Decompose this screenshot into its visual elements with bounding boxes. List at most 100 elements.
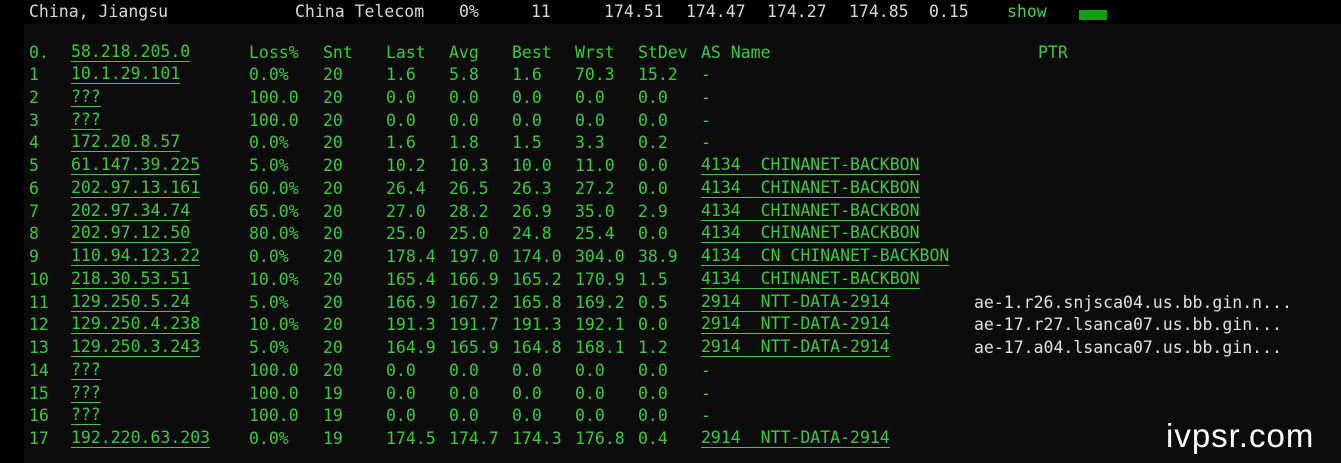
header-wrst: Wrst bbox=[575, 43, 615, 62]
hop-host[interactable]: 61.147.39.225 bbox=[71, 155, 201, 175]
hop-avg: 174.7 bbox=[449, 429, 499, 448]
summary-snt: 11 bbox=[531, 2, 551, 21]
hop-last: 166.9 bbox=[386, 292, 436, 312]
table-row: 9 110.94.123.22 0.0% 20 178.4 197.0 174.0 304.0… bbox=[24, 246, 1341, 268]
hop-snt: 19 bbox=[323, 406, 343, 426]
hop-host[interactable]: ??? bbox=[71, 360, 101, 380]
hop-loss: 100.0 bbox=[249, 383, 299, 403]
hop-wrst: 27.2 bbox=[575, 178, 615, 198]
hop-host[interactable]: 172.20.8.57 bbox=[71, 132, 181, 153]
hop-snt: 20 bbox=[323, 156, 343, 175]
hop-stdev: 0.0 bbox=[638, 156, 668, 175]
hop-host[interactable]: 129.250.4.238 bbox=[71, 314, 201, 335]
hop-index: 10 bbox=[29, 269, 49, 289]
hop-last: 1.6 bbox=[386, 65, 416, 84]
hop-avg: 0.0 bbox=[449, 383, 479, 403]
hop-stdev: 1.2 bbox=[638, 338, 668, 357]
show-link[interactable]: show bbox=[1007, 3, 1047, 21]
hop-last: 0.0 bbox=[386, 110, 416, 130]
hop-wrst: 0.0 bbox=[575, 110, 605, 130]
hop-host[interactable]: 110.94.123.22 bbox=[71, 246, 201, 266]
hop-host[interactable]: 129.250.5.24 bbox=[71, 292, 191, 312]
hop-as-name[interactable]: 4134 CHINANET-BACKBON bbox=[701, 223, 920, 244]
hop-best: 0.0 bbox=[512, 360, 542, 380]
hop-index: 6 bbox=[29, 178, 39, 198]
hop-as-name[interactable]: 4134 CHINANET-BACKBON bbox=[701, 178, 920, 198]
hop-wrst: 70.3 bbox=[575, 65, 615, 84]
hop-as-name[interactable]: 2914 NTT-DATA-2914 bbox=[701, 292, 890, 312]
hop-as-name[interactable]: 4134 CHINANET-BACKBON bbox=[701, 201, 920, 221]
hop-best: 174.0 bbox=[512, 247, 562, 266]
hop-host[interactable]: ??? bbox=[71, 87, 101, 107]
hop-loss: 5.0% bbox=[249, 156, 289, 175]
hop-best: 191.3 bbox=[512, 315, 562, 335]
hop-host[interactable]: ??? bbox=[71, 405, 101, 426]
header-last: Last bbox=[386, 43, 426, 62]
hop-as-name[interactable]: 2914 NTT-DATA-2914 bbox=[701, 337, 890, 357]
hop-host[interactable]: 202.97.12.50 bbox=[71, 223, 191, 244]
header-index: 0. bbox=[29, 43, 49, 62]
hop-host[interactable]: 218.30.53.51 bbox=[71, 269, 191, 289]
hop-best: 10.0 bbox=[512, 156, 552, 175]
hop-as-name: - bbox=[701, 383, 711, 403]
hop-index: 2 bbox=[29, 87, 39, 107]
hop-as-name[interactable]: 2914 NTT-DATA-2914 bbox=[701, 314, 890, 335]
hop-wrst: 169.2 bbox=[575, 292, 625, 312]
hop-host[interactable]: 10.1.29.101 bbox=[71, 64, 181, 84]
table-row: 8 202.97.12.50 80.0% 20 25.0 25.0 24.8 25.4 0.0 4… bbox=[24, 223, 1341, 245]
hop-as-name: - bbox=[701, 87, 711, 107]
hop-host[interactable]: 129.250.3.243 bbox=[71, 337, 201, 357]
hop-stdev: 0.2 bbox=[638, 133, 668, 153]
table-row: 10 218.30.53.51 10.0% 20 165.4 166.9 165.2 170.… bbox=[24, 269, 1341, 291]
hop-snt: 20 bbox=[323, 315, 343, 335]
hop-index: 12 bbox=[29, 315, 49, 335]
hop-host[interactable]: 192.220.63.203 bbox=[71, 428, 211, 448]
hop-as-name[interactable]: 4134 CN CHINANET-BACKBON bbox=[701, 246, 950, 266]
table-row: 13 129.250.3.243 5.0% 20 164.9 165.9 164.8 168.… bbox=[24, 337, 1341, 359]
hop-loss: 100.0 bbox=[249, 360, 299, 380]
hop-index: 5 bbox=[29, 156, 39, 175]
hop-snt: 20 bbox=[323, 247, 343, 266]
hop-stdev: 0.4 bbox=[638, 429, 668, 448]
hop-loss: 0.0% bbox=[249, 65, 289, 84]
hop-ptr: ae-17.a04.lsanca07.us.bb.gin... bbox=[974, 338, 1282, 357]
hop-loss: 5.0% bbox=[249, 292, 289, 312]
hop-as-name[interactable]: 4134 CHINANET-BACKBON bbox=[701, 155, 920, 175]
hop-index: 4 bbox=[29, 133, 39, 153]
header-host[interactable]: 58.218.205.0 bbox=[71, 42, 191, 62]
hop-index: 1 bbox=[29, 65, 39, 84]
hop-wrst: 0.0 bbox=[575, 383, 605, 403]
hop-snt: 20 bbox=[323, 269, 343, 289]
hop-loss: 0.0% bbox=[249, 133, 289, 153]
hop-host[interactable]: 202.97.13.161 bbox=[71, 178, 201, 198]
hop-best: 174.3 bbox=[512, 429, 562, 448]
hop-loss: 0.0% bbox=[249, 247, 289, 266]
summary-last: 174.51 bbox=[604, 2, 664, 21]
hop-host[interactable]: ??? bbox=[71, 110, 101, 130]
hop-best: 0.0 bbox=[512, 383, 542, 403]
hop-wrst: 0.0 bbox=[575, 406, 605, 426]
hop-host[interactable]: 202.97.34.74 bbox=[71, 201, 191, 221]
hop-avg: 166.9 bbox=[449, 269, 499, 289]
hop-best: 165.2 bbox=[512, 269, 562, 289]
hop-ptr: ae-1.r26.snjsca04.us.bb.gin.n... bbox=[974, 292, 1292, 312]
hop-host[interactable]: ??? bbox=[71, 383, 101, 403]
hop-avg: 0.0 bbox=[449, 360, 479, 380]
hop-best: 26.3 bbox=[512, 178, 552, 198]
hop-avg: 10.3 bbox=[449, 156, 489, 175]
hop-as-name: - bbox=[701, 65, 711, 84]
hop-last: 164.9 bbox=[386, 338, 436, 357]
header-stdev: StDev bbox=[638, 43, 688, 62]
hop-best: 0.0 bbox=[512, 110, 542, 130]
hop-as-name[interactable]: 4134 CHINANET-BACKBON bbox=[701, 269, 920, 289]
hop-stdev: 0.0 bbox=[638, 87, 668, 107]
hop-as-name[interactable]: 2914 NTT-DATA-2914 bbox=[701, 428, 890, 448]
hop-stdev: 15.2 bbox=[638, 65, 678, 84]
table-row: 12 129.250.4.238 10.0% 20 191.3 191.7 191.3 192… bbox=[24, 314, 1341, 336]
watermark: ivpsr.com bbox=[1166, 417, 1315, 454]
hop-stdev: 0.0 bbox=[638, 315, 668, 335]
hop-last: 0.0 bbox=[386, 360, 416, 380]
table-row: 1 10.1.29.101 0.0% 20 1.6 5.8 1.6 70.3 15.2 - bbox=[24, 64, 1341, 86]
traceroute-panel: 0. 58.218.205.0 Loss% Snt Last Avg Best … bbox=[24, 24, 1341, 463]
table-row: 7 202.97.34.74 65.0% 20 27.0 28.2 26.9 35.0 2.9 4… bbox=[24, 201, 1341, 223]
